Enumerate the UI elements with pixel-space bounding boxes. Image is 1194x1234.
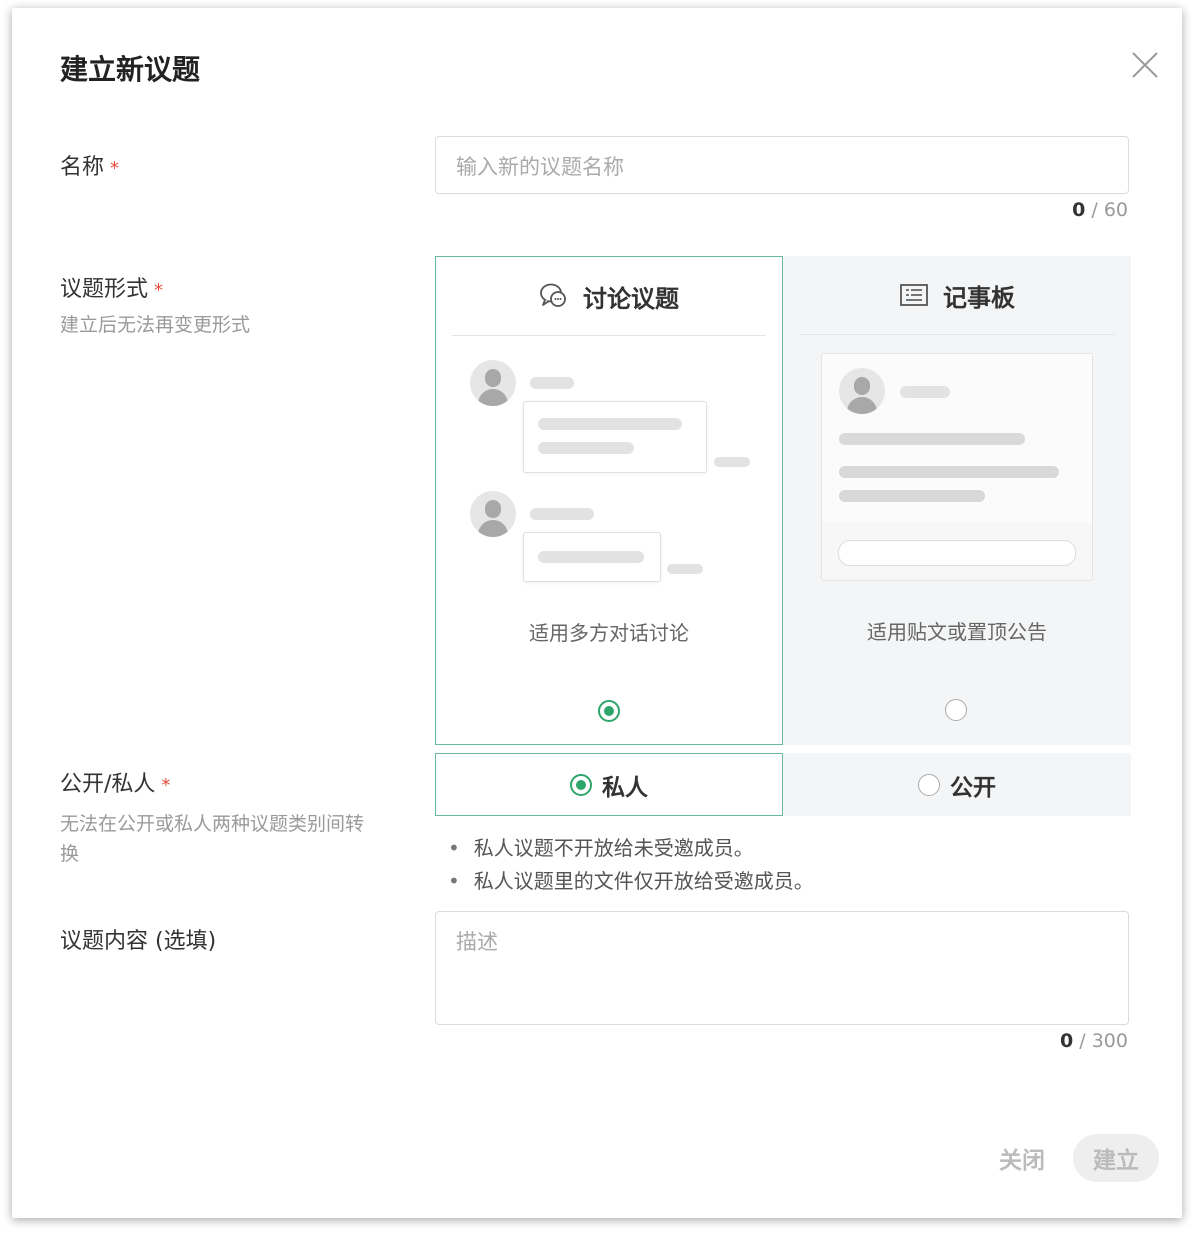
placeholder-line <box>839 466 1059 478</box>
content-char-max: / 300 <box>1079 1030 1128 1052</box>
placeholder-line <box>538 418 682 430</box>
topic-name-input[interactable]: 输入新的议题名称 <box>435 136 1129 194</box>
privacy-label-text: 公开/私人 <box>60 772 156 797</box>
option-description: 适用贴文或置顶公告 <box>867 620 1047 644</box>
message-bubble <box>523 532 661 582</box>
content-char-count: 0 <box>1060 1030 1074 1052</box>
format-option-discussion[interactable]: 讨论议题 适用多方对话讨论 <box>435 256 783 745</box>
option-title: 讨论议题 <box>583 284 679 313</box>
placeholder-line <box>530 508 594 520</box>
avatar <box>839 368 885 414</box>
close-icon[interactable] <box>1130 50 1160 80</box>
placeholder-line <box>530 377 574 389</box>
private-radio[interactable] <box>570 773 592 796</box>
name-char-max: / 60 <box>1091 199 1128 221</box>
placeholder-line <box>714 457 750 467</box>
description-placeholder: 描述 <box>456 930 498 954</box>
required-mark: * <box>154 280 164 301</box>
placeholder-line <box>538 551 644 563</box>
privacy-option-private[interactable]: 私人 <box>435 753 783 816</box>
placeholder-line <box>839 490 985 502</box>
public-radio[interactable] <box>918 773 940 796</box>
required-mark: * <box>161 775 171 796</box>
name-char-count: 0 <box>1072 199 1086 221</box>
privacy-hint: 无法在公开或私人两种议题类别间转换 <box>60 813 365 865</box>
dialog-title: 建立新议题 <box>60 53 201 86</box>
name-label-text: 名称 <box>60 155 105 180</box>
avatar <box>470 491 516 537</box>
option-description: 适用多方对话讨论 <box>529 621 689 645</box>
create-button[interactable]: 建立 <box>1073 1134 1159 1182</box>
format-label-text: 议题形式 <box>60 277 149 302</box>
placeholder-line <box>538 442 634 454</box>
close-button[interactable]: 关闭 <box>987 1134 1057 1182</box>
create-topic-dialog: 建立新议题 名称 * 输入新的议题名称 0 / 60 议题形式 * 建立后无法再变更… <box>12 8 1182 1218</box>
format-label: 议题形式 * <box>60 271 163 303</box>
list-item: 私人议题不开放给未受邀成员。 <box>448 832 814 865</box>
board-radio[interactable] <box>945 699 967 721</box>
name-label: 名称 * <box>60 149 119 181</box>
public-label: 公开 <box>950 774 996 801</box>
board-icon <box>900 284 928 306</box>
privacy-notes: 私人议题不开放给未受邀成员。 私人议题里的文件仅开放给受邀成员。 <box>448 832 814 898</box>
format-option-board[interactable]: 记事板 适用贴文或置顶公告 <box>783 256 1131 745</box>
preview-post <box>822 354 1092 522</box>
placeholder-line <box>667 564 703 574</box>
message-bubble <box>523 401 707 473</box>
name-char-counter: 0 / 60 <box>1012 199 1128 221</box>
card-header: 记事板 <box>799 256 1115 335</box>
privacy-option-public[interactable]: 公开 <box>783 753 1131 816</box>
list-item: 私人议题里的文件仅开放给受邀成员。 <box>448 865 814 898</box>
privacy-label: 公开/私人 * <box>60 766 170 798</box>
avatar <box>470 360 516 406</box>
board-preview <box>821 353 1093 581</box>
option-title: 记事板 <box>943 283 1015 312</box>
placeholder-line <box>839 433 1025 445</box>
preview-comment-box <box>838 540 1076 566</box>
required-mark: * <box>110 158 120 179</box>
content-char-counter: 0 / 300 <box>1002 1030 1128 1052</box>
discussion-radio[interactable] <box>598 700 620 722</box>
content-label: 议题内容 (选填) <box>60 929 217 954</box>
topic-name-placeholder: 输入新的议题名称 <box>456 155 624 179</box>
chat-bubbles-icon <box>540 283 566 307</box>
placeholder-line <box>900 386 950 398</box>
format-hint: 建立后无法再变更形式 <box>60 314 251 336</box>
card-header: 讨论议题 <box>452 257 766 336</box>
description-textarea[interactable]: 描述 <box>435 911 1129 1025</box>
private-label: 私人 <box>602 774 648 801</box>
